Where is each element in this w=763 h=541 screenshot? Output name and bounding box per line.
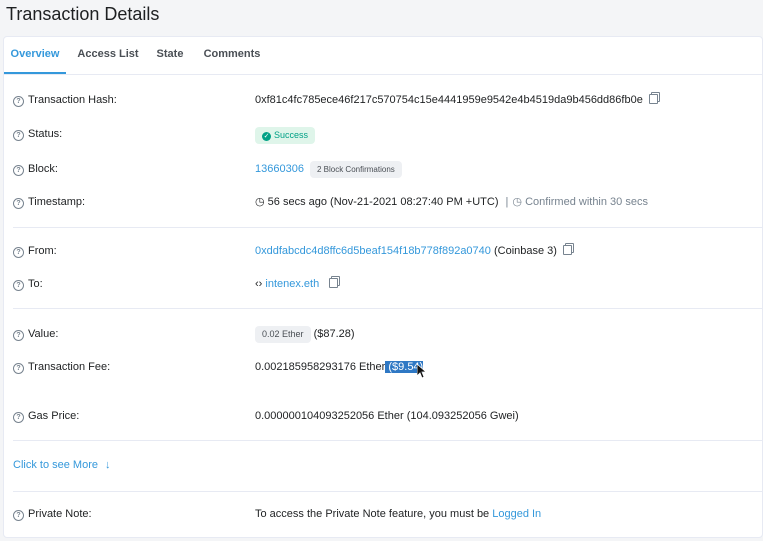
question-icon[interactable]: ? <box>13 330 24 341</box>
tab-bar: Overview Access List State Comments <box>4 37 762 75</box>
separator: | <box>505 196 509 208</box>
gas-price-label: Gas Price: <box>28 410 80 422</box>
row-transaction-hash: ? Transaction Hash: 0xf81c4fc785ece46f217… <box>4 90 762 110</box>
timestamp-value: 56 secs ago (Nov-21-2021 08:27:40 PM +UT… <box>267 196 499 208</box>
from-address-link[interactable]: 0xddfabcdc4d8ffc6d5beaf154f18b778f892a07… <box>255 245 491 257</box>
row-transaction-fee: ? Transaction Fee: 0.002185958293176 Ethe… <box>4 357 762 377</box>
copy-icon[interactable] <box>329 278 339 288</box>
arrow-down-icon: ↓ <box>105 459 111 471</box>
from-tag: (Coinbase 3) <box>493 245 557 257</box>
question-icon[interactable]: ? <box>13 280 24 291</box>
tab-overview[interactable]: Overview <box>4 37 66 74</box>
copy-icon[interactable] <box>648 94 658 104</box>
tab-comments[interactable]: Comments <box>197 37 267 74</box>
tab-state[interactable]: State <box>150 37 190 74</box>
row-timestamp: ? Timestamp: ◷ 56 secs ago (Nov-21-2021 0… <box>4 192 762 212</box>
row-see-more: Click to see More ↓ <box>4 455 762 475</box>
check-icon: ✓ <box>262 132 271 141</box>
copy-icon[interactable] <box>562 245 572 255</box>
value-label: Value: <box>28 328 59 340</box>
divider <box>13 491 762 492</box>
block-confirmations-badge: 2 Block Confirmations <box>309 161 402 178</box>
block-number-link[interactable]: 13660306 <box>255 163 304 175</box>
transaction-fee-label: Transaction Fee: <box>28 361 111 373</box>
see-more-link[interactable]: Click to see More ↓ <box>13 455 111 475</box>
question-icon[interactable]: ? <box>13 412 24 423</box>
row-from: ? From: 0xddfabcdc4d8ffc6d5beaf154f18b778… <box>4 241 762 261</box>
from-label: From: <box>28 245 57 257</box>
to-label: To: <box>28 278 43 290</box>
question-icon[interactable]: ? <box>13 165 24 176</box>
question-icon[interactable]: ? <box>13 96 24 107</box>
divider <box>13 308 762 309</box>
question-icon[interactable]: ? <box>13 363 24 374</box>
page-title: Transaction Details <box>6 4 160 24</box>
timestamp-label: Timestamp: <box>28 196 86 208</box>
logged-in-link[interactable]: Logged In <box>492 508 541 520</box>
confirmed-within: Confirmed within 30 secs <box>525 196 648 208</box>
status-badge: ✓ Success <box>255 127 316 144</box>
divider <box>13 227 762 228</box>
transaction-details-card: Overview Access List State Comments ? Tra… <box>3 36 763 538</box>
row-private-note: ? Private Note: To access the Private Not… <box>4 504 762 524</box>
question-icon[interactable]: ? <box>13 247 24 258</box>
status-value: Success <box>274 130 309 140</box>
block-label: Block: <box>28 163 58 175</box>
row-status: ? Status: ✓ Success <box>4 124 762 144</box>
confirm-clock-icon: ◷ <box>512 196 523 208</box>
private-note-text: To access the Private Note feature, you … <box>255 508 493 520</box>
question-icon[interactable]: ? <box>13 198 24 209</box>
question-icon[interactable]: ? <box>13 510 24 521</box>
tab-access-list[interactable]: Access List <box>74 37 142 74</box>
row-block: ? Block: 13660306 2 Block Confirmations <box>4 159 762 179</box>
clock-icon: ◷ <box>255 196 265 208</box>
question-icon[interactable]: ? <box>13 130 24 141</box>
transaction-hash-value: 0xf81c4fc785ece46f217c570754c15e4441959e… <box>255 94 643 106</box>
to-address-link[interactable]: intenex.eth <box>265 278 319 290</box>
status-label: Status: <box>28 128 63 140</box>
transaction-fee-amount: 0.002185958293176 Ether <box>255 361 386 373</box>
gas-price-value: 0.000000104093252056 Ether (104.09325205… <box>255 410 519 422</box>
row-value: ? Value: 0.02 Ether ($87.28) <box>4 324 762 344</box>
private-note-label: Private Note: <box>28 508 92 520</box>
mouse-cursor-icon <box>417 364 427 379</box>
row-to: ? To: ‹› intenex.eth <box>4 274 762 294</box>
contract-code-icon: ‹› <box>255 278 263 290</box>
value-amount-badge: 0.02 Ether <box>255 326 311 343</box>
divider <box>13 440 762 441</box>
row-gas-price: ? Gas Price: 0.000000104093252056 Ether (… <box>4 406 762 426</box>
transaction-hash-label: Transaction Hash: <box>28 94 117 106</box>
value-usd: ($87.28) <box>313 328 355 340</box>
